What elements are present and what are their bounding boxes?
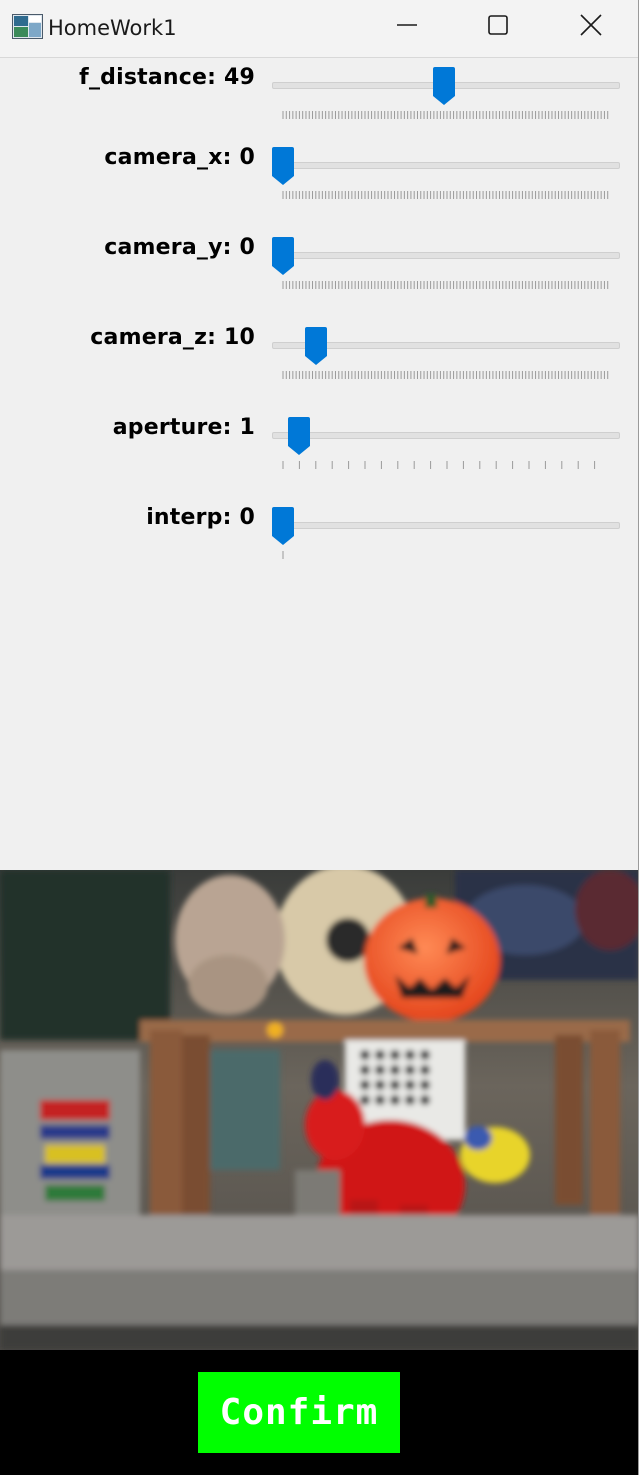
tick-marks: [282, 461, 596, 469]
trackbar-row-camera-y: camera_y: 0: [0, 229, 638, 309]
slider-thumb[interactable]: [287, 417, 311, 455]
tick-marks: [282, 551, 284, 559]
slider-track[interactable]: [272, 162, 620, 169]
trackbar-label: f_distance: 49: [79, 65, 255, 90]
tick-marks: [282, 111, 609, 119]
slider-track[interactable]: [272, 252, 620, 259]
minimize-icon: [396, 14, 418, 41]
slider-track[interactable]: [272, 432, 620, 439]
slider-thumb[interactable]: [271, 507, 295, 545]
trackbar-row-f-distance: f_distance: 49: [0, 59, 638, 139]
bottom-bar: Confirm: [0, 1350, 638, 1475]
trackbar-row-camera-x: camera_x: 0: [0, 139, 638, 219]
maximize-icon: [487, 14, 509, 41]
window-title: HomeWork1: [48, 16, 177, 40]
trackbar-label: camera_x: 0: [104, 145, 255, 170]
slider-track[interactable]: [272, 522, 620, 529]
slider-thumb[interactable]: [271, 237, 295, 275]
slider-thumb[interactable]: [271, 147, 295, 185]
close-button[interactable]: [545, 0, 637, 54]
close-icon: [580, 13, 602, 41]
trackbar-row-camera-z: camera_z: 10: [0, 319, 638, 399]
tick-marks: [282, 371, 609, 379]
slider-thumb[interactable]: [304, 327, 328, 365]
trackbar-label: aperture: 1: [112, 415, 255, 440]
slider-thumb[interactable]: [432, 67, 456, 105]
maximize-button[interactable]: [452, 0, 544, 54]
trackbar-label: interp: 0: [146, 505, 255, 530]
trackbar-label: camera_z: 10: [90, 325, 255, 350]
tick-marks: [282, 191, 609, 199]
app-window-icon: [12, 14, 43, 39]
confirm-button[interactable]: Confirm: [198, 1372, 400, 1453]
tick-marks: [282, 281, 609, 289]
title-bar[interactable]: HomeWork1: [0, 0, 638, 58]
rendered-scene-image: [0, 870, 638, 1350]
trackbar-row-interp: interp: 0: [0, 499, 638, 579]
trackbar-label: camera_y: 0: [104, 235, 255, 260]
confirm-button-label: Confirm: [219, 1392, 379, 1433]
minimize-button[interactable]: [361, 0, 453, 54]
trackbar-row-aperture: aperture: 1: [0, 409, 638, 489]
trackbar-panel: f_distance: 49 camera_x: 0 camera_y: 0 c…: [0, 59, 638, 870]
app-window: HomeWork1 f_distance: 49 camera_x: 0 cam…: [0, 0, 639, 1475]
